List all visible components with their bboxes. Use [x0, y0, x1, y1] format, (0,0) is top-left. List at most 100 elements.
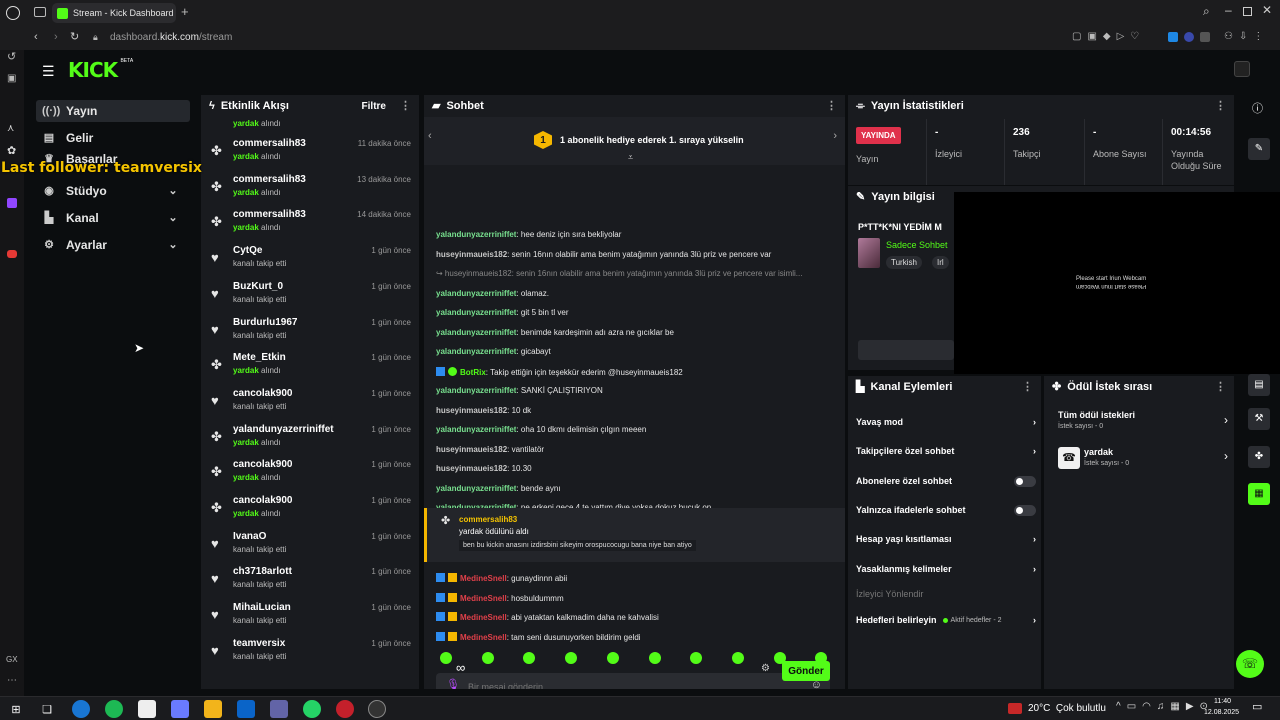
rail-settings-icon[interactable]: GX — [6, 656, 18, 664]
chat-username[interactable]: huseyinmaueis182 — [436, 250, 507, 259]
reward-all-row[interactable]: Tüm ödül istekleri İstek sayısı - 0 › — [1058, 410, 1228, 436]
chat-username[interactable]: MedineSnell — [460, 633, 507, 642]
wrench-tool-button[interactable]: ⚒ — [1248, 408, 1270, 430]
opera-icon[interactable] — [336, 700, 354, 718]
emote-only-row[interactable]: Yalnızca ifadelerle sohbet — [856, 500, 1036, 520]
clip-tool-button[interactable]: ▦ — [1248, 483, 1270, 505]
chat-username[interactable]: huseyinmaueis182 — [436, 406, 507, 415]
activity-user[interactable]: BuzKurt_0 — [233, 281, 283, 292]
support-chat-button[interactable]: ☏ — [1236, 650, 1264, 678]
whatsapp-icon[interactable] — [303, 700, 321, 718]
url-field[interactable]: dashboard.kick.com/stream — [110, 32, 232, 43]
copilot-icon[interactable] — [171, 700, 189, 718]
activity-item[interactable]: ✤ Mete_Etkin yardak alındı 1 gün önce — [201, 349, 419, 385]
activity-item[interactable]: ♥ teamversix kanalı takip etti 1 gün önce — [201, 635, 419, 671]
task-view-icon[interactable]: ❏ — [38, 700, 56, 718]
activity-item[interactable]: ♥ Burdurlu1967 kanalı takip etti 1 gün önce — [201, 314, 419, 350]
minimize-icon[interactable]: – — [1225, 4, 1232, 16]
chevron-left-icon[interactable]: ‹ — [428, 131, 432, 142]
sidebar-item-ayarlar[interactable]: ⚙ Ayarlar ⌄ — [36, 234, 190, 256]
info-icon[interactable]: ⓘ — [1252, 104, 1263, 115]
activity-user[interactable]: ch3718arlott — [233, 566, 292, 577]
rewards-tool-button[interactable]: ✤ — [1248, 446, 1270, 468]
kebab-menu-icon[interactable]: ⋮ — [400, 100, 411, 112]
obs-icon[interactable] — [368, 700, 386, 718]
emote-icon[interactable] — [440, 652, 452, 664]
activity-user[interactable]: teamversix — [233, 638, 285, 649]
chat-username[interactable]: MedineSnell — [460, 613, 507, 622]
kebab-menu-icon[interactable]: ⋮ — [1215, 100, 1226, 112]
chat-username[interactable]: yalandunyazerriniffet — [436, 386, 516, 395]
screenshot-icon[interactable]: ▣ — [7, 74, 16, 84]
chatgpt-rail-icon[interactable]: ✿ — [7, 146, 16, 157]
filter-button[interactable]: Filtre — [362, 101, 386, 112]
ext-a-icon[interactable] — [1168, 32, 1178, 42]
activity-item[interactable]: ♥ IvanaO kanalı takip etti 1 gün önce — [201, 528, 419, 564]
chat-username[interactable]: MedineSnell — [460, 574, 507, 583]
clock-date[interactable]: 12.08.2025 — [1204, 709, 1239, 716]
microphone-icon[interactable]: 🎙︎ — [446, 680, 460, 690]
emote-icon[interactable] — [565, 652, 578, 664]
extensions-icon[interactable]: ▢▣◆▷♡ — [1072, 32, 1145, 42]
twitch-rail-icon[interactable] — [7, 198, 17, 208]
sidebar-item-gelir[interactable]: ▤ Gelir — [36, 127, 190, 149]
close-icon[interactable]: ✕ — [1262, 4, 1272, 16]
account-age-row[interactable]: Hesap yaşı kısıtlaması › — [856, 529, 1036, 549]
edit-stream-button[interactable] — [858, 340, 954, 360]
weather-text[interactable]: 20°C Çok bulutlu — [1028, 703, 1106, 714]
outlook-icon[interactable] — [237, 700, 255, 718]
system-tray-icons[interactable]: ^▭◠♫▦▶⊙ — [1116, 702, 1214, 712]
layout-tool-button[interactable]: ▤ — [1248, 374, 1270, 396]
chat-message-input[interactable] — [468, 679, 798, 689]
clock-time[interactable]: 11:40 — [1214, 698, 1231, 705]
emote-icon[interactable] — [648, 652, 661, 664]
activity-item[interactable]: ♥ cancolak900 kanalı takip etti 1 gün önce — [201, 385, 419, 421]
activity-user[interactable]: Mete_Etkin — [233, 352, 286, 363]
chat-username[interactable]: yalandunyazerriniffet — [436, 484, 516, 493]
pinned-banner[interactable]: ‹ 1 1 abonelik hediye ederek 1. sıraya y… — [424, 117, 845, 165]
chat-username[interactable]: yalandunyazerriniffet — [436, 308, 516, 317]
sidebar-item-studyo[interactable]: ◉ Stüdyo ⌄ — [36, 180, 190, 202]
emote-only-toggle[interactable] — [1014, 504, 1036, 516]
emote-icon[interactable] — [731, 652, 744, 664]
emote-icon[interactable] — [690, 652, 703, 664]
extension-tiles[interactable] — [1168, 32, 1220, 44]
sidebar-item-yayin[interactable]: ((·)) Yayın — [36, 100, 190, 122]
activity-user[interactable]: cancolak900 — [233, 388, 293, 399]
followers-only-row[interactable]: Takipçilere özel sohbet › — [856, 441, 1036, 461]
back-icon[interactable]: ‹ — [34, 32, 38, 43]
tab-manager-icon[interactable] — [34, 7, 46, 17]
activity-item[interactable]: ✤ yalandunyazerriniffet yardak alındı 1 gün… — [201, 421, 419, 457]
chat-username[interactable]: yalandunyazerriniffet — [436, 328, 516, 337]
goals-row[interactable]: Hedefleri belirleyin Aktif hedefler - 2 … — [856, 610, 1036, 630]
activity-item[interactable]: ♥ MihaiLucian kanalı takip etti 1 gün önce — [201, 599, 419, 635]
category-name[interactable]: Sadece Sohbet — [886, 240, 948, 250]
activity-user[interactable]: CytQe — [233, 245, 262, 256]
chat-username[interactable]: yalandunyazerriniffet — [436, 425, 516, 434]
kebab-menu-icon[interactable]: ⋮ — [1215, 381, 1226, 393]
activity-item[interactable]: ✤ cancolak900 yardak alındı 1 gün önce — [201, 492, 419, 528]
activity-user[interactable]: IvanaO — [233, 531, 266, 542]
redemption-user[interactable]: commersalih83 — [459, 515, 517, 524]
new-tab-icon[interactable]: + — [181, 5, 189, 18]
activity-item[interactable]: ♥ ch3718arlott kanalı takip etti 1 gün önce — [201, 563, 419, 599]
user-avatar[interactable] — [1234, 61, 1250, 77]
emote-icon[interactable] — [481, 652, 494, 664]
emote-icon[interactable] — [606, 652, 619, 664]
kebab-menu-icon[interactable]: ⋮ — [826, 100, 837, 112]
activity-item[interactable]: ✤ commersalih83 yardak alındı 13 dakika önc… — [201, 171, 419, 207]
activity-user[interactable]: Burdurlu1967 — [233, 317, 297, 328]
folder-icon[interactable] — [204, 700, 222, 718]
reload-icon[interactable]: ↻ — [70, 32, 79, 43]
weather-icon[interactable] — [1008, 703, 1022, 714]
kick-rail-icon[interactable]: ⋏ — [7, 124, 14, 134]
activity-user[interactable]: commersalih83 — [233, 138, 306, 149]
collapse-icon[interactable]: ⩡ — [628, 153, 633, 162]
slow-mode-row[interactable]: Yavaş mod › — [856, 412, 1036, 432]
store-icon[interactable] — [138, 700, 156, 718]
start-icon[interactable]: ⊞ — [7, 700, 25, 718]
chat-input-box[interactable]: 🎙︎ ☺ — [436, 673, 830, 689]
chat-username[interactable]: yalandunyazerriniffet — [436, 230, 516, 239]
chat-username[interactable]: yalandunyazerriniffet — [436, 347, 516, 356]
activity-item[interactable]: ✤ commersalih83 yardak alındı 11 dakika önc… — [201, 135, 419, 171]
